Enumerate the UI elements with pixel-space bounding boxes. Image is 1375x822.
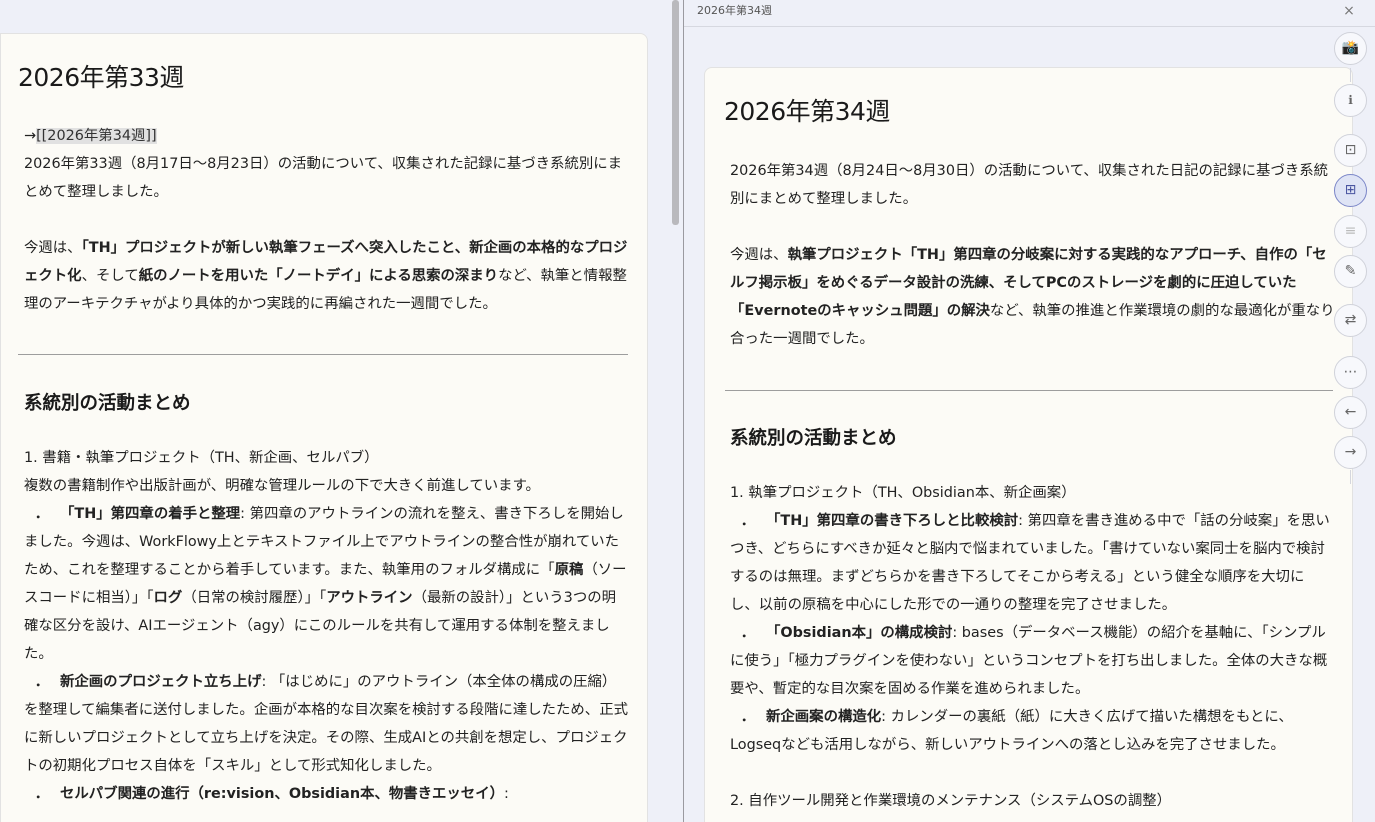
- next-week-link[interactable]: [[2026年第34週]]: [36, 128, 157, 144]
- summary-paragraph: 今週は、「TH」プロジェクトが新しい執筆フェーズへ突入したこと、新企画の本格的な…: [24, 240, 628, 312]
- right-note-card: 2026年第34週 2026年第34週（8月24日〜8月30日）の活動について、…: [704, 67, 1353, 822]
- page-title: 2026年第34週: [724, 97, 890, 126]
- section-heading: 系統別の活動まとめ: [730, 428, 897, 449]
- list-intro: 複数の書籍制作や出版計画が、明確な管理ルールの下で大きく前進しています。: [24, 478, 540, 494]
- intro-text: 2026年第34週（8月24日〜8月30日）の活動について、収集された日記の記録…: [730, 163, 1329, 207]
- toolbar-separator: [1350, 68, 1351, 82]
- list-item: ．「Obsidian本」の構成検討: bases（データベース機能）の紹介を基軸…: [730, 619, 1333, 703]
- toolbar-separator: [1350, 470, 1351, 484]
- list-heading: 1. 書籍・執筆プロジェクト（TH、新企画、セルパブ）: [24, 450, 379, 466]
- bullet: ．: [34, 506, 50, 522]
- bullet: ．: [740, 513, 756, 529]
- info-icon[interactable]: ℹ: [1334, 84, 1367, 117]
- intro-text: 2026年第33週（8月17日〜8月23日）の活動について、収集された記録に基づ…: [24, 156, 623, 200]
- bullet: ．: [34, 674, 50, 690]
- list-heading: 1. 執筆プロジェクト（TH、Obsidian本、新企画案）: [730, 485, 1076, 501]
- list-item: ．新企画案の構造化: カレンダーの裏紙（紙）に大きく広げて描いた構想をもとに、L…: [730, 703, 1333, 759]
- camera-icon[interactable]: 📸: [1334, 32, 1367, 65]
- grid-icon[interactable]: ⊞: [1334, 174, 1367, 207]
- activity-list: 1. 書籍・執筆プロジェクト（TH、新企画、セルパブ） 複数の書籍制作や出版計画…: [24, 444, 629, 808]
- list-item: ．セルパブ関連の進行（re:vision、Obsidian本、物書きエッセイ）:: [24, 780, 629, 808]
- divider: [725, 390, 1333, 391]
- nav-line: →[[2026年第34週]] 2026年第33週（8月17日〜8月23日）の活動…: [24, 122, 629, 206]
- left-scrollbar[interactable]: [672, 0, 679, 225]
- list-item: ．新企画のプロジェクト立ち上げ: 「はじめに」のアウトライン（本全体の構成の圧縮…: [24, 668, 629, 780]
- bullet: ．: [740, 709, 756, 725]
- back-arrow-icon[interactable]: ←: [1334, 396, 1367, 429]
- nav-arrow: →: [24, 128, 37, 144]
- page-title: 2026年第33週: [18, 63, 184, 92]
- list-item: ．「TH」第四章の着手と整理: 第四章のアウトラインの流れを整え、書き下ろしを開…: [24, 500, 629, 668]
- section-heading: 系統別の活動まとめ: [24, 393, 191, 414]
- activity-list: 1. 執筆プロジェクト（TH、Obsidian本、新企画案） ．「TH」第四章の…: [730, 479, 1333, 815]
- bullet: ．: [34, 786, 50, 802]
- left-note-card: 2026年第33週 →[[2026年第34週]] 2026年第33週（8月17日…: [0, 33, 648, 822]
- lines-icon[interactable]: ≡: [1334, 215, 1367, 248]
- side-toolbar: 📸 ℹ ⊡ ⊞ ≡ ✎ ⇄ ⋯ ← →: [1334, 30, 1368, 490]
- right-pane: 2026年第34週 × 2026年第34週 2026年第34週（8月24日〜8月…: [684, 0, 1375, 822]
- more-icon[interactable]: ⋯: [1334, 356, 1367, 389]
- list-heading-2: 2. 自作ツール開発と作業環境のメンテナンス（システムOSの調整）: [730, 793, 1171, 809]
- right-pane-header: 2026年第34週 ×: [684, 0, 1375, 27]
- forward-arrow-icon[interactable]: →: [1334, 436, 1367, 469]
- summary-paragraph: 今週は、執筆プロジェクト「TH」第四章の分岐案に対する実践的なアプローチ、自作の…: [730, 247, 1335, 347]
- close-button[interactable]: ×: [1339, 2, 1359, 22]
- frame-icon[interactable]: ⊡: [1334, 134, 1367, 167]
- list-item: ．「TH」第四章の書き下ろしと比較検討: 第四章を書き進める中で「話の分岐案」を…: [730, 507, 1333, 619]
- pane-title: 2026年第34週: [697, 4, 772, 17]
- pen-icon[interactable]: ✎: [1334, 255, 1367, 288]
- left-pane: 2026年第33週 →[[2026年第34週]] 2026年第33週（8月17日…: [0, 0, 672, 822]
- divider: [18, 354, 628, 355]
- bullet: ．: [740, 625, 756, 641]
- swap-icon[interactable]: ⇄: [1334, 304, 1367, 337]
